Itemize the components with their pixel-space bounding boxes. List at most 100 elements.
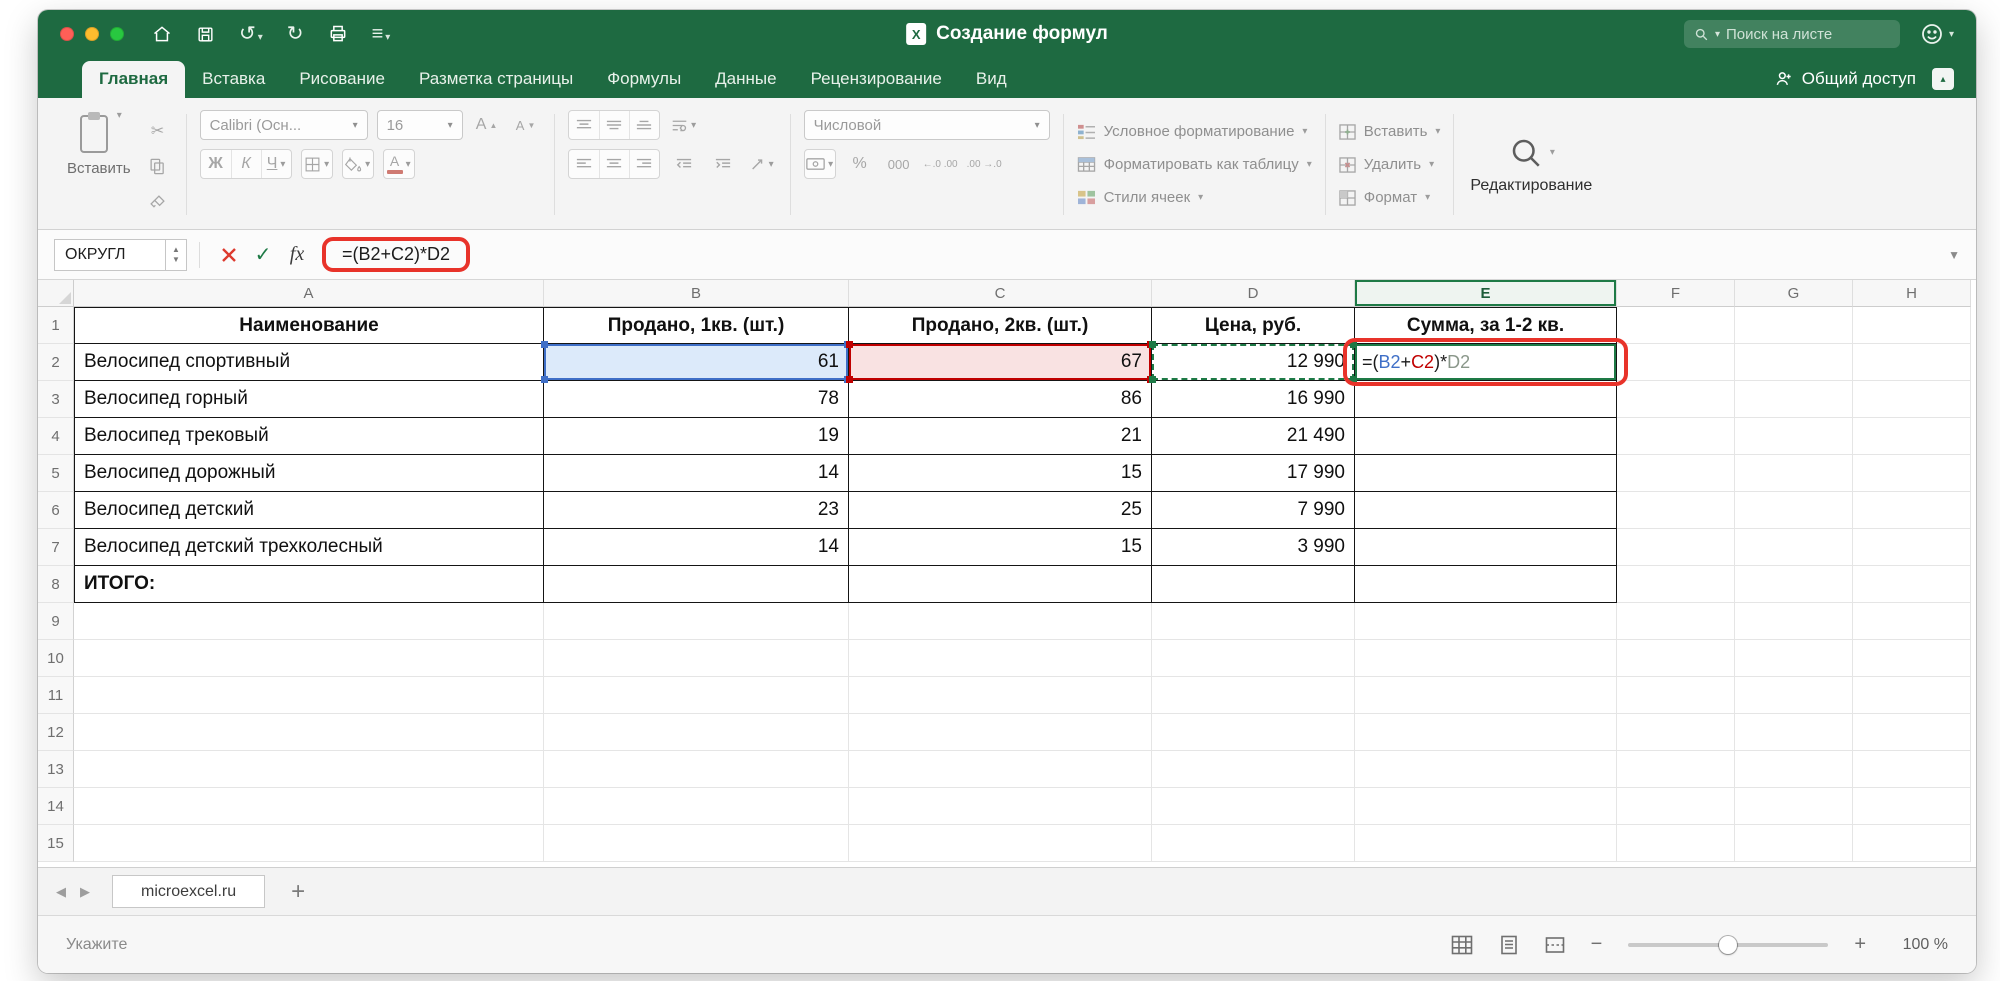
empty-cell[interactable]	[1853, 603, 1971, 640]
format-painter-button[interactable]	[143, 189, 173, 217]
cell-b6[interactable]: 23	[544, 492, 849, 529]
empty-cell[interactable]	[1152, 825, 1355, 862]
empty-cell[interactable]	[1617, 381, 1735, 418]
empty-cell[interactable]	[1355, 825, 1617, 862]
conditional-formatting-button[interactable]: Условное форматирование ▾	[1077, 118, 1312, 146]
empty-cell[interactable]	[544, 788, 849, 825]
select-all-corner[interactable]	[38, 280, 74, 307]
empty-cell[interactable]	[849, 677, 1152, 714]
close-button[interactable]	[60, 27, 74, 41]
empty-cell[interactable]	[1853, 307, 1971, 344]
empty-cell[interactable]	[1617, 714, 1735, 751]
row-header-13[interactable]: 13	[38, 751, 74, 788]
cell-e7[interactable]	[1355, 529, 1617, 566]
empty-cell[interactable]	[1735, 751, 1853, 788]
name-box-stepper[interactable]: ▲ ▼	[166, 239, 187, 271]
empty-cell[interactable]	[1617, 344, 1735, 381]
empty-cell[interactable]	[544, 825, 849, 862]
empty-cell[interactable]	[1735, 381, 1853, 418]
empty-cell[interactable]	[1735, 529, 1853, 566]
save-button[interactable]	[196, 25, 215, 44]
grow-font-button[interactable]: А▲	[472, 111, 502, 139]
currency-button[interactable]: ▾	[805, 150, 835, 178]
view-page-layout-button[interactable]	[1499, 935, 1519, 955]
cell-a7[interactable]: Велосипед детский трехколесный	[74, 529, 544, 566]
empty-cell[interactable]	[1617, 418, 1735, 455]
empty-cell[interactable]	[1735, 307, 1853, 344]
italic-button[interactable]: К	[231, 150, 261, 178]
empty-cell[interactable]	[1853, 677, 1971, 714]
cell-c7[interactable]: 15	[849, 529, 1152, 566]
cell-d2[interactable]: 12 990	[1152, 344, 1355, 381]
formula-bar-expand-button[interactable]: ▼	[1948, 248, 1960, 262]
cell-c2[interactable]: 67	[849, 344, 1152, 381]
empty-cell[interactable]	[1735, 714, 1853, 751]
cell-b1[interactable]: Продано, 1кв. (шт.)	[544, 307, 849, 344]
align-middle-button[interactable]	[599, 111, 629, 139]
empty-cell[interactable]	[74, 751, 544, 788]
sheet-tab-microexcel[interactable]: microexcel.ru	[112, 875, 265, 908]
empty-cell[interactable]	[1735, 603, 1853, 640]
row-header-1[interactable]: 1	[38, 307, 74, 344]
row-header-7[interactable]: 7	[38, 529, 74, 566]
borders-button[interactable]: ▾	[302, 150, 332, 178]
row-header-5[interactable]: 5	[38, 455, 74, 492]
undo-button[interactable]: ↺▾	[239, 24, 263, 45]
empty-cell[interactable]	[1735, 677, 1853, 714]
view-page-break-button[interactable]	[1545, 935, 1565, 955]
empty-cell[interactable]	[1735, 640, 1853, 677]
bold-button[interactable]: Ж	[201, 150, 231, 178]
redo-button[interactable]: ↻	[287, 24, 304, 44]
prev-sheet-button[interactable]: ◀	[56, 884, 66, 900]
underline-button[interactable]: Ч▾	[261, 150, 291, 178]
column-header-h[interactable]: H	[1853, 280, 1971, 307]
empty-cell[interactable]	[74, 640, 544, 677]
column-header-a[interactable]: A	[74, 280, 544, 307]
decrease-indent-button[interactable]	[669, 150, 699, 178]
empty-cell[interactable]	[1617, 455, 1735, 492]
empty-cell[interactable]	[1853, 529, 1971, 566]
paste-button[interactable]: ▾ Вставить	[67, 110, 131, 219]
empty-cell[interactable]	[1853, 418, 1971, 455]
cell-d8[interactable]	[1152, 566, 1355, 603]
empty-cell[interactable]	[1853, 640, 1971, 677]
empty-cell[interactable]	[1735, 344, 1853, 381]
cell-c8[interactable]	[849, 566, 1152, 603]
row-header-3[interactable]: 3	[38, 381, 74, 418]
empty-cell[interactable]	[74, 788, 544, 825]
empty-cell[interactable]	[1617, 307, 1735, 344]
row-header-10[interactable]: 10	[38, 640, 74, 677]
insert-cells-button[interactable]: Вставить ▾	[1339, 118, 1441, 146]
empty-cell[interactable]	[1617, 825, 1735, 862]
empty-cell[interactable]	[849, 825, 1152, 862]
empty-cell[interactable]	[1355, 677, 1617, 714]
cell-b8[interactable]	[544, 566, 849, 603]
minimize-button[interactable]	[85, 27, 99, 41]
customize-toolbar-button[interactable]: ≡▾	[372, 24, 391, 45]
row-header-8[interactable]: 8	[38, 566, 74, 603]
tab-draw[interactable]: Рисование	[282, 61, 402, 98]
column-header-f[interactable]: F	[1617, 280, 1735, 307]
cell-e5[interactable]	[1355, 455, 1617, 492]
cell-d4[interactable]: 21 490	[1152, 418, 1355, 455]
increase-indent-button[interactable]	[708, 150, 738, 178]
cut-button[interactable]: ✂	[143, 117, 173, 145]
print-button[interactable]	[328, 24, 348, 44]
empty-cell[interactable]	[1152, 751, 1355, 788]
column-header-c[interactable]: C	[849, 280, 1152, 307]
empty-cell[interactable]	[1617, 788, 1735, 825]
tab-insert[interactable]: Вставка	[185, 61, 282, 98]
empty-cell[interactable]	[1152, 788, 1355, 825]
align-bottom-button[interactable]	[629, 111, 659, 139]
cell-c3[interactable]: 86	[849, 381, 1152, 418]
zoom-out-button[interactable]: −	[1591, 933, 1603, 956]
formula-input[interactable]: =(B2+C2)*D2	[342, 244, 450, 265]
view-normal-button[interactable]	[1451, 935, 1473, 955]
tab-home[interactable]: Главная	[82, 61, 185, 98]
row-header-4[interactable]: 4	[38, 418, 74, 455]
row-header-2[interactable]: 2	[38, 344, 74, 381]
enter-button[interactable]: ✓	[246, 239, 280, 271]
row-header-9[interactable]: 9	[38, 603, 74, 640]
share-button[interactable]: Общий доступ	[1774, 69, 1916, 89]
cell-a6[interactable]: Велосипед детский	[74, 492, 544, 529]
